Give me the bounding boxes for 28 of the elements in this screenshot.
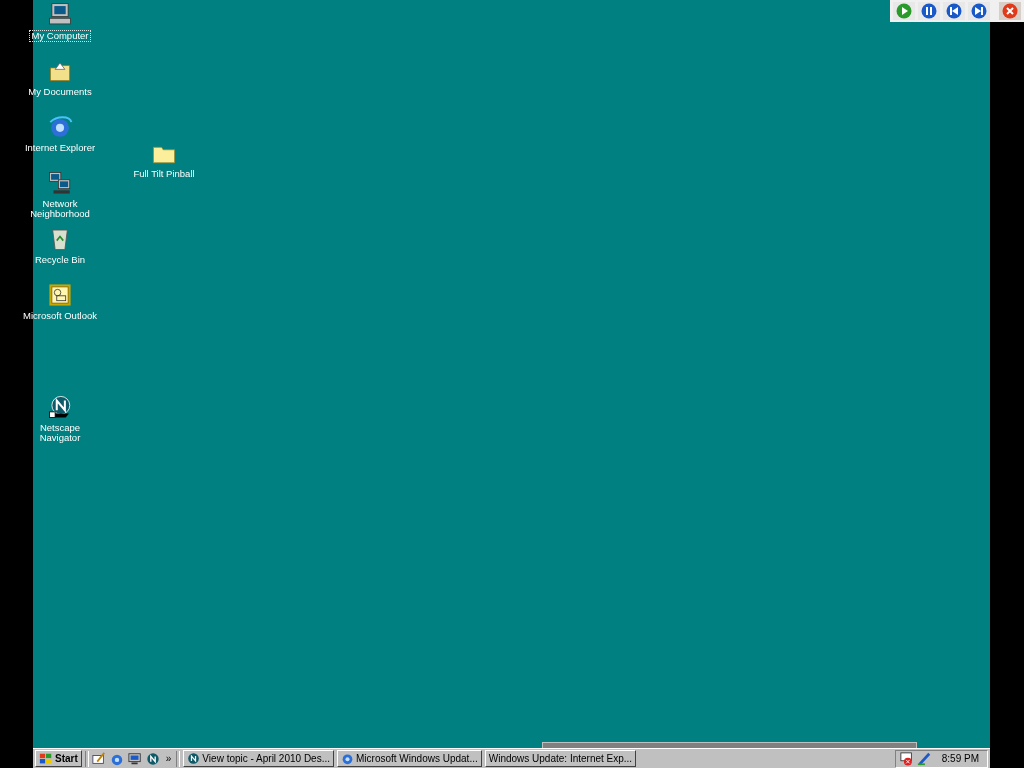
network-computers-icon[interactable] [47, 170, 73, 196]
clock[interactable]: 8:59 PM [941, 753, 979, 764]
desktop-icon-label[interactable]: My Computer [30, 31, 90, 41]
more-button[interactable]: » [163, 753, 174, 764]
windows-flag-icon [39, 751, 53, 766]
desktop-icon-label[interactable]: Microsoft Outlook [22, 311, 98, 321]
taskbar-button[interactable]: View topic - April 2010 Des... [183, 750, 334, 767]
start-button[interactable]: Start [35, 750, 82, 767]
desktop-icon[interactable] [127, 751, 142, 766]
desktop-icon-label[interactable]: Netscape Navigator [21, 423, 99, 443]
browser-globe-icon [341, 752, 354, 765]
desktop-icon-label[interactable]: Recycle Bin [33, 255, 87, 265]
pen-icon[interactable] [916, 751, 931, 766]
desktop-icon-label[interactable]: Full Tilt Pinball [132, 169, 196, 179]
browser-globe-icon[interactable] [47, 114, 73, 140]
pause-button[interactable] [918, 2, 940, 20]
previous-button[interactable] [943, 2, 965, 20]
taskbar-button[interactable]: Microsoft Windows Updat... [337, 750, 482, 767]
close-button[interactable] [999, 2, 1021, 20]
desktop-icon-label[interactable]: Network Neighborhood [21, 199, 99, 219]
desktop-icon-label[interactable]: Internet Explorer [23, 143, 97, 153]
mail-pen-icon[interactable] [91, 751, 106, 766]
play-button[interactable] [893, 2, 915, 20]
network-error-icon[interactable] [899, 751, 914, 766]
taskbar-button[interactable]: Windows Update: Internet Exp... [484, 750, 637, 767]
desktop-icon-label[interactable]: My Documents [27, 87, 93, 97]
computer-icon[interactable] [47, 2, 73, 28]
next-button[interactable] [968, 2, 990, 20]
